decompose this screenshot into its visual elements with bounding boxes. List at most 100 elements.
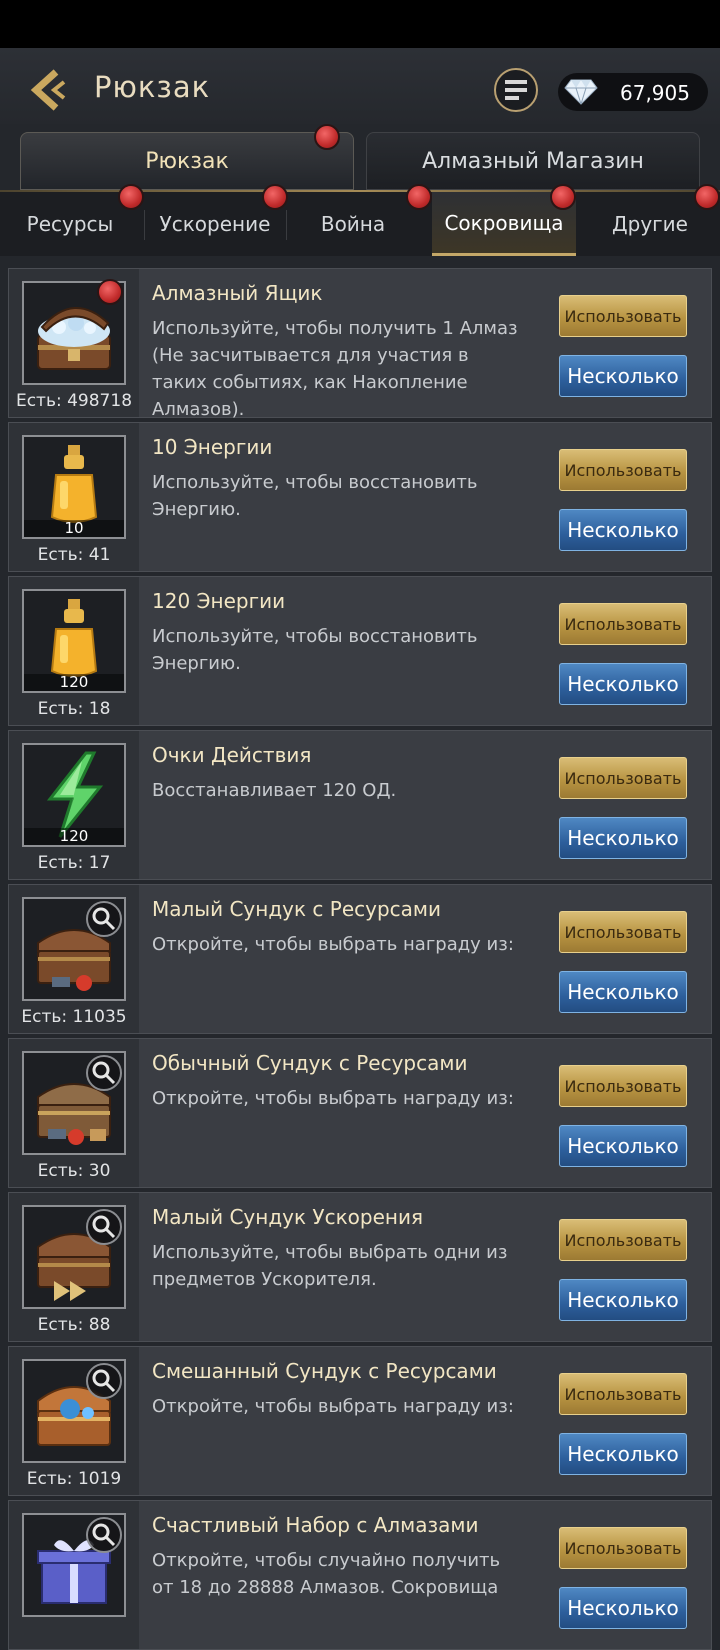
use-multiple-button[interactable]: Несколько <box>559 1279 687 1321</box>
item-name: 120 Энергии <box>152 589 286 613</box>
item-description: Откройте, чтобы выбрать награду из: <box>152 1396 514 1417</box>
list-item: Есть: 498718 Алмазный Ящик Используйте, … <box>8 268 712 420</box>
magnifier-icon <box>92 907 116 931</box>
use-button[interactable]: Использовать <box>559 1219 687 1261</box>
owned-count: Есть: 30 <box>37 1161 111 1181</box>
item-icon-frame[interactable] <box>22 1205 126 1309</box>
back-button[interactable] <box>26 68 70 112</box>
tab-backpack-label: Рюкзак <box>145 148 229 174</box>
icon-quantity-label: 120 <box>24 674 124 691</box>
item-icon-frame[interactable]: 120 <box>22 743 126 847</box>
magnifier-icon <box>92 1369 116 1393</box>
item-name: Обычный Сундук с Ресурсами <box>152 1051 468 1075</box>
owned-count: Есть: 18 <box>37 699 111 719</box>
use-button[interactable]: Использовать <box>559 603 687 645</box>
tab-war[interactable]: Война <box>288 192 418 256</box>
divider <box>144 210 145 240</box>
notification-badge <box>550 184 576 210</box>
list-item: Есть: 30 Обычный Сундук с Ресурсами Откр… <box>8 1038 712 1188</box>
use-button[interactable]: Использовать <box>559 757 687 799</box>
tab-diamond-shop-label: Алмазный Магазин <box>422 148 644 174</box>
use-button[interactable]: Использовать <box>559 911 687 953</box>
icon-quantity-label: 120 <box>24 828 124 845</box>
use-button[interactable]: Использовать <box>559 449 687 491</box>
use-multiple-button[interactable]: Несколько <box>559 971 687 1013</box>
notification-badge <box>406 184 432 210</box>
item-icon-panel: Есть: 30 <box>9 1039 139 1187</box>
use-button[interactable]: Использовать <box>559 295 687 337</box>
item-icon-frame[interactable] <box>22 897 126 1001</box>
back-chevron-icon <box>30 69 66 111</box>
use-multiple-button[interactable]: Несколько <box>559 817 687 859</box>
item-name: Алмазный Ящик <box>152 281 323 305</box>
diamond-balance[interactable]: 67,905 <box>558 73 708 111</box>
use-multiple-button[interactable]: Несколько <box>559 1125 687 1167</box>
header: Рюкзак 67,905 <box>0 48 720 124</box>
magnifier-button[interactable] <box>86 1209 122 1245</box>
list-item: Есть: 88 Малый Сундук Ускорения Использу… <box>8 1192 712 1342</box>
item-description: Откройте, чтобы случайно получить от 18 … <box>152 1550 501 1598</box>
item-name: Очки Действия <box>152 743 312 767</box>
item-description: Откройте, чтобы выбрать награду из: <box>152 934 514 955</box>
notification-badge <box>314 124 340 150</box>
notification-badge <box>118 184 144 210</box>
use-multiple-button[interactable]: Несколько <box>559 509 687 551</box>
page-title: Рюкзак <box>94 70 211 104</box>
notification-badge <box>97 279 123 305</box>
notification-badge <box>262 184 288 210</box>
magnifier-button[interactable] <box>86 1363 122 1399</box>
owned-count: Есть: 498718 <box>15 391 133 411</box>
list-item: Есть: 1019 Смешанный Сундук с Ресурсами … <box>8 1346 712 1496</box>
item-icon-panel: 120 Есть: 17 <box>9 731 139 879</box>
use-button[interactable]: Использовать <box>559 1373 687 1415</box>
owned-count: Есть: 17 <box>37 853 111 873</box>
category-tabs: Ресурсы Ускорение Война Сокровища Другие <box>0 184 720 256</box>
divider <box>286 210 287 240</box>
magnifier-button[interactable] <box>86 1517 122 1553</box>
item-description: Используйте, чтобы восстановить Энергию. <box>152 472 478 520</box>
item-icon-panel: Есть: 11035 <box>9 885 139 1033</box>
use-button[interactable]: Использовать <box>559 1527 687 1569</box>
item-icon-panel: Есть: 1019 <box>9 1347 139 1495</box>
list-item: Счастливый Набор с Алмазами Откройте, чт… <box>8 1500 712 1650</box>
item-name: Счастливый Набор с Алмазами <box>152 1513 479 1537</box>
item-name: Малый Сундук с Ресурсами <box>152 897 442 921</box>
use-multiple-button[interactable]: Несколько <box>559 663 687 705</box>
item-icon-frame[interactable] <box>22 1513 126 1617</box>
icon-quantity-label: 10 <box>24 520 124 537</box>
magnifier-button[interactable] <box>86 1055 122 1091</box>
list-item: 120 Есть: 17 Очки Действия Восстанавлива… <box>8 730 712 880</box>
item-icon-frame[interactable]: 10 <box>22 435 126 539</box>
use-multiple-button[interactable]: Несколько <box>559 1587 687 1629</box>
list-icon <box>505 80 527 100</box>
item-icon-frame[interactable]: 120 <box>22 589 126 693</box>
item-description: Используйте, чтобы восстановить Энергию. <box>152 626 478 674</box>
owned-count: Есть: 11035 <box>21 1007 127 1027</box>
item-name: 10 Энергии <box>152 435 273 459</box>
item-icon-panel: 10 Есть: 41 <box>9 423 139 571</box>
item-icon-panel: 120 Есть: 18 <box>9 577 139 725</box>
notification-badge <box>694 184 720 210</box>
tab-diamond-shop[interactable]: Алмазный Магазин <box>366 132 700 190</box>
magnifier-button[interactable] <box>86 901 122 937</box>
status-bar <box>0 0 720 48</box>
item-icon-panel: Есть: 88 <box>9 1193 139 1341</box>
magnifier-icon <box>92 1523 116 1547</box>
item-description: Используйте, чтобы выбрать одни из предм… <box>152 1242 508 1290</box>
item-icon-frame[interactable] <box>22 1051 126 1155</box>
item-icon-frame[interactable] <box>22 1359 126 1463</box>
menu-button[interactable] <box>494 68 538 112</box>
item-description: Используйте, чтобы получить 1 Алмаз (Не … <box>152 318 518 420</box>
use-button[interactable]: Использовать <box>559 1065 687 1107</box>
tab-resources-label: Ресурсы <box>26 212 114 236</box>
item-description: Восстанавливает 120 ОД. <box>152 780 397 801</box>
use-multiple-button[interactable]: Несколько <box>559 1433 687 1475</box>
owned-count: Есть: 88 <box>37 1315 111 1335</box>
main-tabs: Рюкзак Алмазный Магазин <box>0 124 720 192</box>
diamond-icon <box>564 79 598 105</box>
magnifier-icon <box>92 1061 116 1085</box>
use-multiple-button[interactable]: Несколько <box>559 355 687 397</box>
tab-backpack[interactable]: Рюкзак <box>20 132 354 190</box>
item-icon-panel <box>9 1501 139 1649</box>
tab-war-label: Война <box>320 212 386 236</box>
